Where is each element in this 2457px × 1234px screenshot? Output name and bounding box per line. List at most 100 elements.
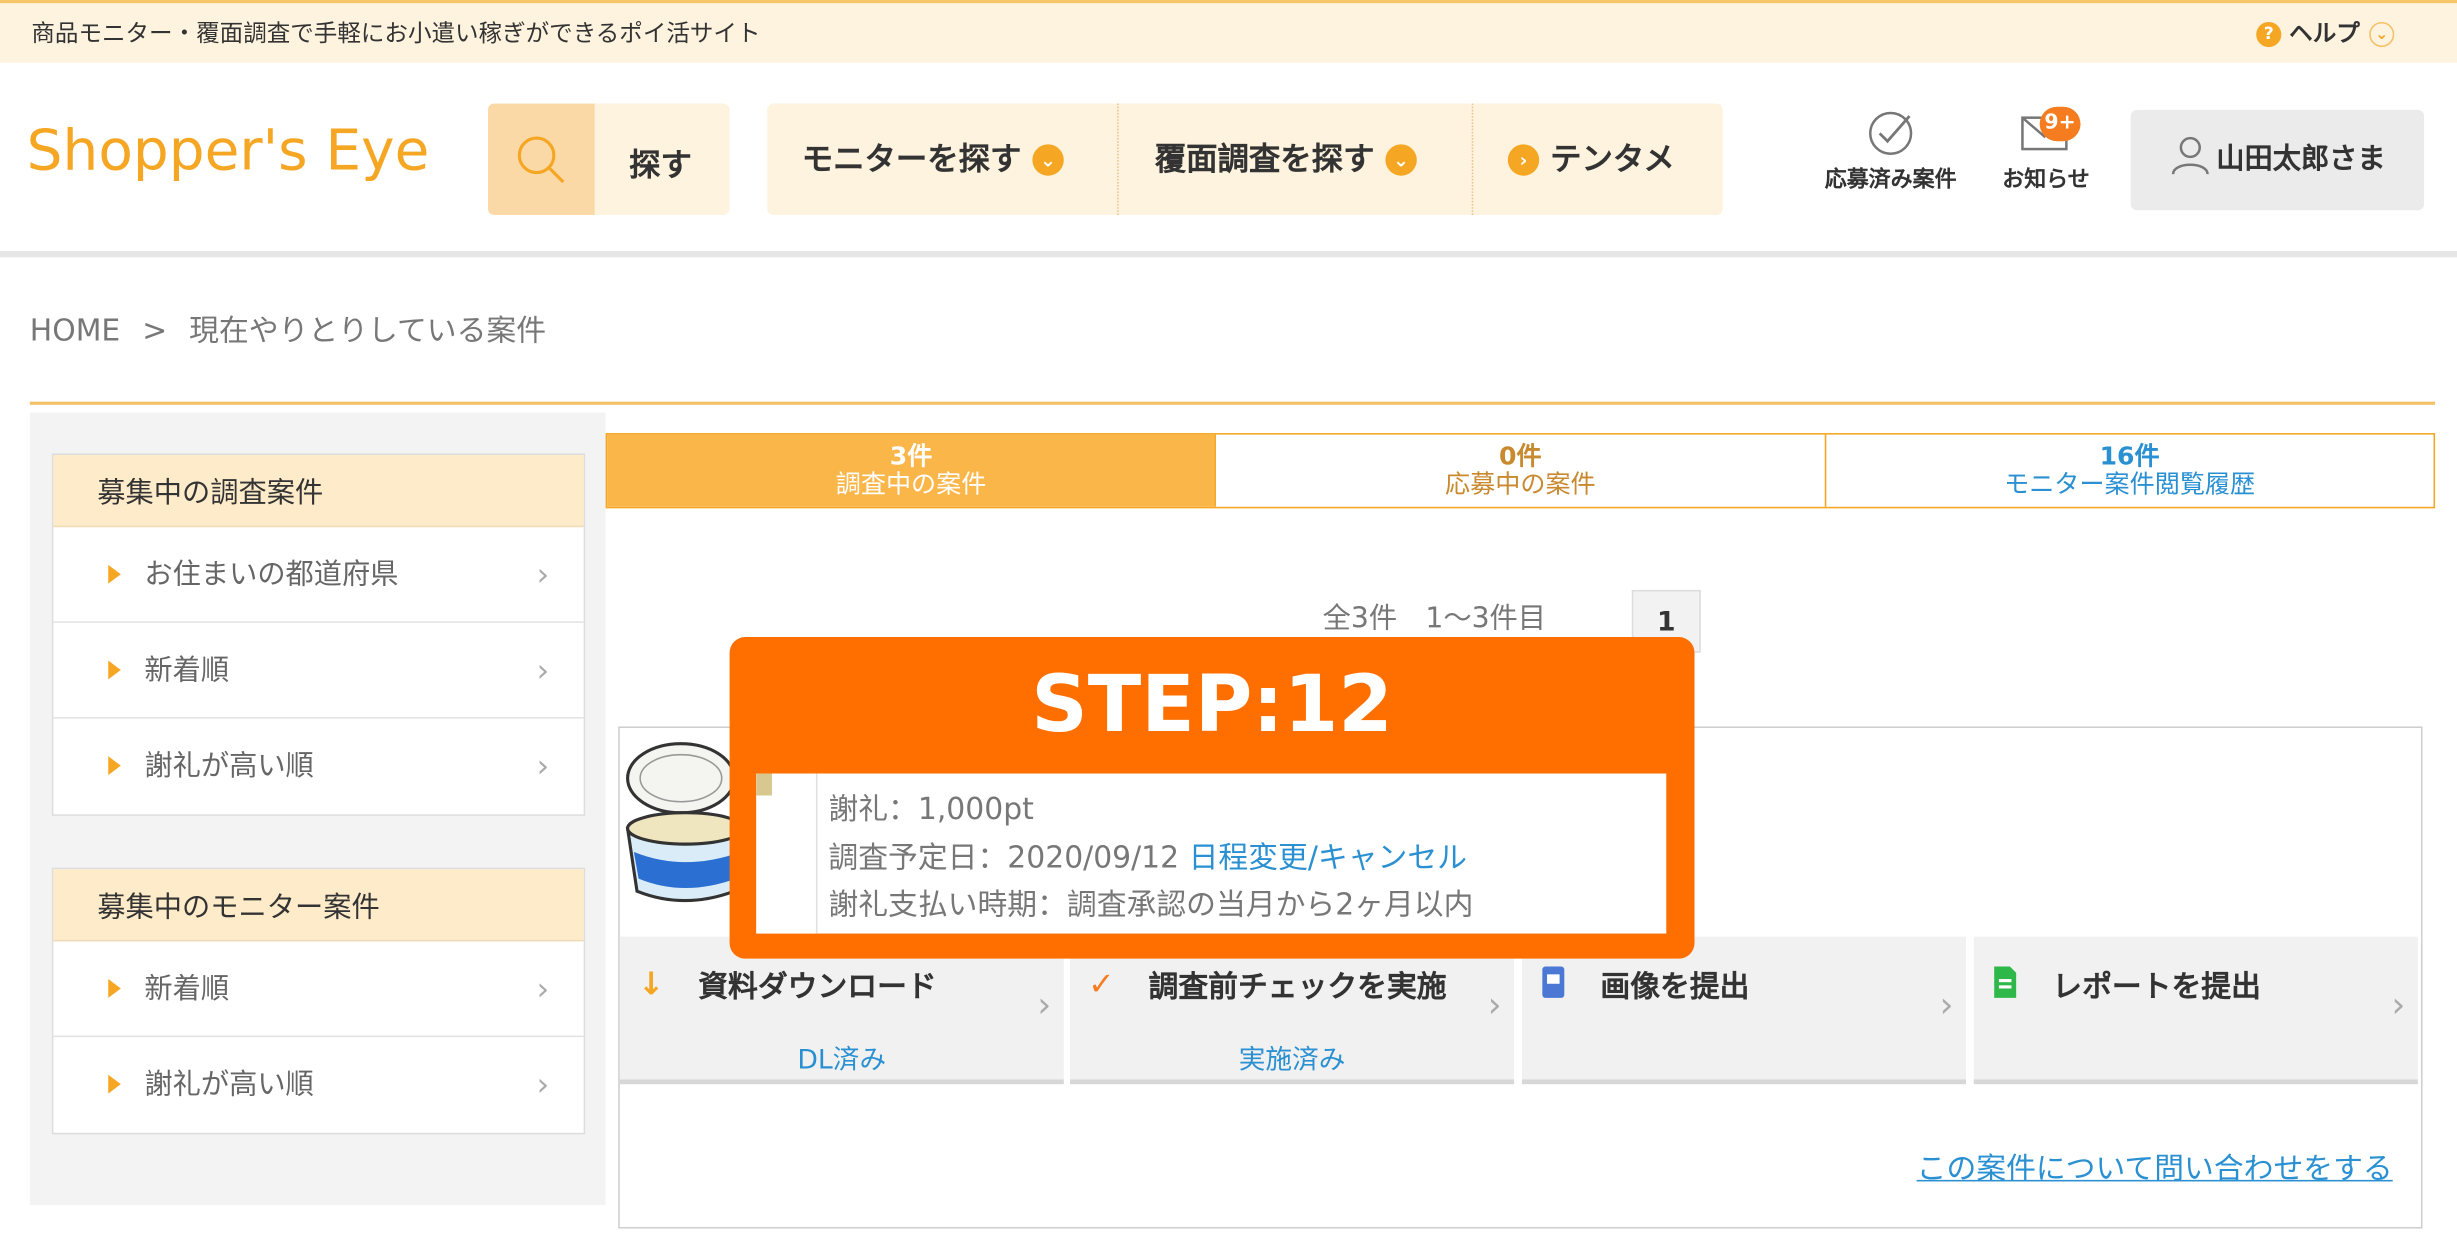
chevron-right-icon: › [536, 1065, 550, 1104]
contact-link[interactable]: この案件について問い合わせをする [1917, 1145, 2393, 1187]
sidebar-item-newest[interactable]: 新着順 › [53, 941, 584, 1038]
survey-category-title: 募集中の調査案件 [53, 455, 584, 528]
breadcrumb-current: 現在やりとりしている案件 [189, 313, 547, 349]
nav-divider [1471, 103, 1474, 215]
sidebar-item-reward-high[interactable]: 謝礼が高い順 › [53, 719, 583, 815]
chevron-right-icon: › [536, 651, 550, 689]
chevron-down-icon: ⌄ [1385, 144, 1417, 176]
monitor-category-title: 募集中のモニター案件 [53, 869, 584, 942]
chevron-right-icon: › [1939, 986, 1954, 1027]
site-logo[interactable]: Shopper's Eye [27, 119, 430, 183]
help-icon: ? [2256, 21, 2282, 48]
nav-mystery[interactable]: 覆面調査を探す ⌄ [1155, 104, 1417, 215]
tab-label: 応募中の案件 [1445, 469, 1596, 499]
chevron-right-icon: › [536, 555, 550, 594]
sidebar-item-prefecture[interactable]: お住まいの都道府県 › [53, 527, 584, 623]
thumbnail-strip [756, 773, 818, 934]
chevron-right-icon: › [1507, 144, 1540, 176]
user-label: 山田太郎さま [2216, 142, 2386, 176]
applied-button[interactable]: 応募済み案件 [1817, 110, 1964, 195]
action-label: レポートを提出 [2052, 969, 2261, 1005]
reward-text: 謝礼：1,000pt [828, 792, 1034, 827]
chevron-down-icon: ⌄ [1032, 144, 1064, 176]
help-link[interactable]: ? ヘルプ ⌄ [2256, 16, 2395, 49]
breadcrumb: HOME > 現在やりとりしている案件 [30, 308, 546, 350]
triangle-right-icon [108, 660, 121, 680]
action-status: 実施済み [1238, 1044, 1346, 1077]
user-menu-button[interactable]: 山田太郎さま [2130, 109, 2425, 211]
product-thumbnail[interactable] [621, 734, 747, 907]
triangle-right-icon [108, 756, 121, 776]
section-divider [29, 401, 2436, 405]
breadcrumb-separator: > [142, 313, 168, 349]
action-label: 画像を提出 [1600, 969, 1750, 1005]
report-file-icon [1994, 966, 2017, 998]
schedule-row: 調査予定日：2020/09/12 日程変更/キャンセル [828, 835, 1467, 877]
help-label: ヘルプ [2289, 18, 2360, 48]
download-materials-button[interactable]: ↓ 資料ダウンロード DL済み › [619, 936, 1064, 1085]
pre-check-button[interactable]: ✓ 調査前チェックを実施 実施済み › [1070, 936, 1515, 1085]
chevron-down-icon: ⌄ [2369, 21, 2395, 48]
nav-mystery-label: 覆面調査を探す [1154, 139, 1375, 178]
submit-report-button[interactable]: レポートを提出 › [1973, 936, 2418, 1085]
applied-label: 応募済み案件 [1824, 167, 1957, 193]
step-overlay: STEP:12 謝礼：1,000pt 調査予定日：2020/09/12 日程変更… [729, 637, 1695, 959]
case-tabs: 3件 調査中の案件 0件 応募中の案件 16件 モニター案件閲覧履歴 [605, 433, 2436, 509]
schedule-text: 調査予定日：2020/09/12 [828, 840, 1189, 876]
tab-label: 調査中の案件 [835, 469, 987, 499]
chevron-right-icon: › [1037, 986, 1052, 1027]
triangle-right-icon [108, 564, 121, 584]
sidebar-item-reward-high[interactable]: 謝礼が高い順 › [53, 1037, 583, 1133]
chevron-right-icon: › [1487, 986, 1502, 1027]
site-tagline: 商品モニター・覆面調査で手軽にお小遣い稼ぎができるポイ活サイト [31, 18, 761, 48]
main-nav: モニターを探す ⌄ 覆面調査を探す ⌄ › テンタメ [767, 103, 1723, 215]
search-button[interactable]: 探す [487, 103, 730, 215]
chevron-right-icon: › [536, 969, 550, 1008]
tab-count: 16件 [2099, 440, 2160, 471]
nav-monitor[interactable]: モニターを探す ⌄ [802, 104, 1064, 215]
sidebar: 募集中の調査案件 お住まいの都道府県 › 新着順 › 謝礼が高い順 › 募集中の… [29, 412, 606, 1205]
tab-count: 0件 [1499, 440, 1542, 471]
tab-label: モニター案件閲覧履歴 [2004, 469, 2256, 499]
nav-divider [1117, 103, 1119, 215]
sidebar-item-label: 新着順 [144, 972, 230, 1006]
check-icon: ✓ [1088, 964, 1115, 1003]
reschedule-link[interactable]: 日程変更/キャンセル [1189, 841, 1467, 876]
search-label: 探す [629, 145, 692, 184]
nav-monitor-label: モニターを探す [801, 139, 1022, 178]
sidebar-item-label: お住まいの都道府県 [144, 558, 399, 592]
chevron-right-icon: › [536, 746, 550, 785]
check-circle-icon [1868, 111, 1913, 156]
submit-image-button[interactable]: 画像を提出 › [1521, 936, 1966, 1085]
sidebar-item-label: 新着順 [144, 654, 230, 688]
case-detail-highlight: 謝礼：1,000pt 調査予定日：2020/09/12 日程変更/キャンセル 謝… [756, 773, 1667, 934]
triangle-right-icon [108, 1074, 121, 1094]
step-title: STEP:12 [1031, 658, 1393, 750]
tab-applying[interactable]: 0件 応募中の案件 [1214, 434, 1824, 507]
search-icon [487, 103, 595, 215]
notice-badge: 9+ [2039, 106, 2081, 142]
payment-timing-text: 謝礼支払い時期：調査承認の当月から2ヶ月以内 [828, 888, 1474, 923]
triangle-right-icon [108, 979, 121, 998]
action-label: 調査前チェックを実施 [1148, 969, 1447, 1005]
monitor-category-box: 募集中のモニター案件 新着順 › 謝礼が高い順 › [51, 867, 586, 1135]
sidebar-item-label: 謝礼が高い順 [144, 749, 314, 783]
tab-count: 3件 [889, 440, 933, 471]
notice-button[interactable]: 9+ お知らせ [1993, 106, 2100, 195]
chevron-right-icon: › [2391, 986, 2406, 1027]
sidebar-item-label: 謝礼が高い順 [144, 1068, 314, 1102]
tab-history[interactable]: 16件 モニター案件閲覧履歴 [1824, 434, 2433, 507]
header-divider [0, 251, 2457, 258]
action-status: DL済み [797, 1044, 887, 1077]
image-file-icon [1542, 966, 1565, 998]
user-icon [2171, 136, 2209, 175]
nav-tentame[interactable]: › テンタメ [1507, 104, 1675, 215]
breadcrumb-home[interactable]: HOME [30, 314, 120, 349]
tab-in-progress[interactable]: 3件 調査中の案件 [607, 434, 1215, 507]
survey-category-box: 募集中の調査案件 お住まいの都道府県 › 新着順 › 謝礼が高い順 › [51, 453, 586, 816]
result-summary: 全3件 1〜3件目 [1322, 602, 1547, 636]
download-arrow-icon: ↓ [637, 964, 665, 1003]
sidebar-item-newest[interactable]: 新着順 › [53, 623, 584, 719]
nav-tentame-label: テンタメ [1550, 139, 1675, 178]
action-label: 資料ダウンロード [698, 969, 937, 1005]
